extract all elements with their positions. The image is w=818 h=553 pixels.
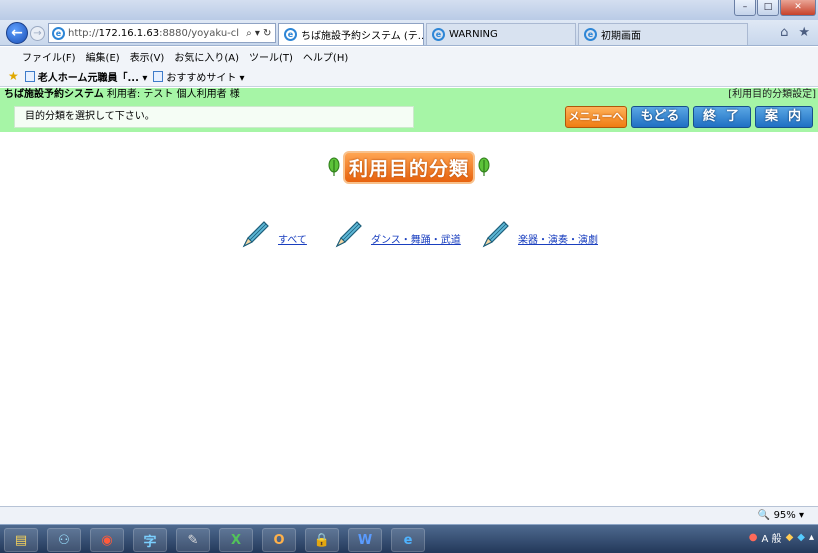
tab-warning[interactable]: e WARNING [426, 23, 576, 45]
window-titlebar: – □ ✕ [0, 0, 818, 20]
menu-view[interactable]: 表示(V) [130, 49, 165, 64]
ie-tab-icon: e [284, 28, 297, 41]
favorites-star-icon[interactable]: ★ [798, 25, 810, 40]
back-button[interactable]: ← [6, 22, 28, 44]
pencil-icon [242, 221, 269, 248]
taskbar-icons: ▤ ⚇ ◉ 字 ✎ X O 🔒 W e [0, 528, 425, 552]
pencil-icon [335, 221, 362, 248]
address-bar-icons[interactable]: ⌕ ▾ ↻ [246, 28, 271, 39]
ime-indicator[interactable]: A 般 [762, 530, 782, 545]
word-icon[interactable]: W [348, 528, 382, 552]
end-button[interactable]: 終了 [693, 106, 751, 128]
excel-icon[interactable]: X [219, 528, 253, 552]
menu-help[interactable]: ヘルプ(H) [303, 49, 348, 64]
tab-label: 初期画面 [601, 31, 641, 42]
guide-button[interactable]: 案内 [755, 106, 813, 128]
window-controls: – □ ✕ [734, 0, 816, 18]
app-tool-icon[interactable]: ✎ [176, 528, 210, 552]
status-bar: 🔍 95% ▾ [0, 506, 818, 524]
user-info: 利用者: テスト 個人利用者 様 [103, 89, 240, 100]
ie-tab-icon: e [432, 28, 445, 41]
app-red-icon[interactable]: ◉ [90, 528, 124, 552]
nav-right-icons: ⌂ ★ [780, 25, 810, 40]
system-tray: ● A 般 ◆ ◆ ▴ [749, 530, 814, 545]
category-all[interactable]: すべて [240, 214, 307, 250]
instruction-message: 目的分類を選択して下さい。 [14, 106, 414, 128]
network-icon[interactable]: ⚇ [47, 528, 81, 552]
pencil-icon [482, 221, 509, 248]
tray-app-icon[interactable]: ◆ [786, 532, 794, 543]
zoom-control[interactable]: 🔍 95% ▾ [758, 510, 804, 521]
taskbar: ▤ ⚇ ◉ 字 ✎ X O 🔒 W e ● A 般 ◆ ◆ ▴ [0, 524, 818, 553]
menu-bar: ファイル(F) 編集(E) 表示(V) お気に入り(A) ツール(T) ヘルプ(… [0, 47, 818, 66]
page-icon [153, 70, 164, 82]
page-title-text: 利用目的分類 [342, 150, 475, 184]
menu-favorites[interactable]: お気に入り(A) [174, 49, 239, 64]
minimize-button[interactable]: – [734, 0, 756, 16]
tray-shield-icon[interactable]: ● [749, 532, 758, 543]
address-url[interactable]: http://172.16.1.63:8880/yoyaku-cl [68, 28, 239, 39]
ie-tab-icon: e [584, 28, 597, 41]
back-page-button[interactable]: もどる [631, 106, 689, 128]
zoom-level: 95% [773, 510, 796, 521]
menu-edit[interactable]: 編集(E) [86, 49, 120, 64]
tray-expand-icon[interactable]: ▴ [809, 532, 814, 543]
category-music[interactable]: 楽器・演奏・演劇 [480, 214, 598, 250]
screen-name: [利用目的分類設定] [728, 89, 816, 100]
category-link[interactable]: すべて [278, 231, 307, 246]
internet-explorer-icon[interactable]: e [391, 528, 425, 552]
leaf-icon [478, 157, 490, 176]
forward-button[interactable]: → [30, 26, 45, 41]
tray-app-icon[interactable]: ◆ [797, 532, 805, 543]
close-window-button[interactable]: ✕ [780, 0, 816, 16]
page-header-toolbar: 目的分類を選択して下さい。 メニューへ もどる 終了 案内 [0, 102, 818, 132]
category-link[interactable]: ダンス・舞踊・武道 [371, 231, 461, 246]
maximize-button[interactable]: □ [757, 0, 779, 16]
category-dance[interactable]: ダンス・舞踊・武道 [333, 214, 461, 250]
zoom-icon: 🔍 [757, 510, 771, 521]
page-icon [24, 70, 35, 82]
page-title: 利用目的分類 [0, 150, 818, 184]
favorite-item[interactable]: 老人ホーム元職員「... ▾ [24, 69, 148, 84]
menu-button[interactable]: メニューへ [565, 106, 627, 128]
system-name: ちば施設予約システム [4, 89, 104, 100]
app-kanji-icon[interactable]: 字 [133, 528, 167, 552]
menu-file[interactable]: ファイル(F) [22, 49, 76, 64]
favorite-item-label: 老人ホーム元職員「... ▾ [37, 72, 148, 84]
menu-tools[interactable]: ツール(T) [249, 49, 293, 64]
browser-nav-row: ← → e http://172.16.1.63:8880/yoyaku-cl … [0, 20, 818, 46]
favorites-star-icon[interactable]: ★ [8, 69, 19, 83]
ie-page-icon: e [52, 26, 65, 40]
tab-chiba-yoyaku[interactable]: e ちば施設予約システム (テ... × [278, 23, 424, 45]
tab-initial-screen[interactable]: e 初期画面 [578, 23, 748, 45]
address-bar[interactable]: e http://172.16.1.63:8880/yoyaku-cl ⌕ ▾ … [48, 23, 276, 43]
app-lock-icon[interactable]: 🔒 [305, 528, 339, 552]
outlook-icon[interactable]: O [262, 528, 296, 552]
explorer-folder-icon[interactable]: ▤ [4, 528, 38, 552]
tab-label: ちば施設予約システム (テ... [301, 31, 424, 42]
leaf-icon [328, 157, 340, 176]
favorite-item-label: おすすめサイト ▾ [166, 72, 245, 84]
favorite-item[interactable]: おすすめサイト ▾ [153, 69, 245, 84]
favorites-bar: ★ 老人ホーム元職員「... ▾ おすすめサイト ▾ [0, 66, 818, 87]
page-header-info: ちば施設予約システム 利用者: テスト 個人利用者 様 [利用目的分類設定] [0, 88, 818, 102]
home-icon[interactable]: ⌂ [780, 25, 788, 40]
category-link[interactable]: 楽器・演奏・演劇 [518, 231, 598, 246]
tab-label: WARNING [449, 29, 498, 40]
